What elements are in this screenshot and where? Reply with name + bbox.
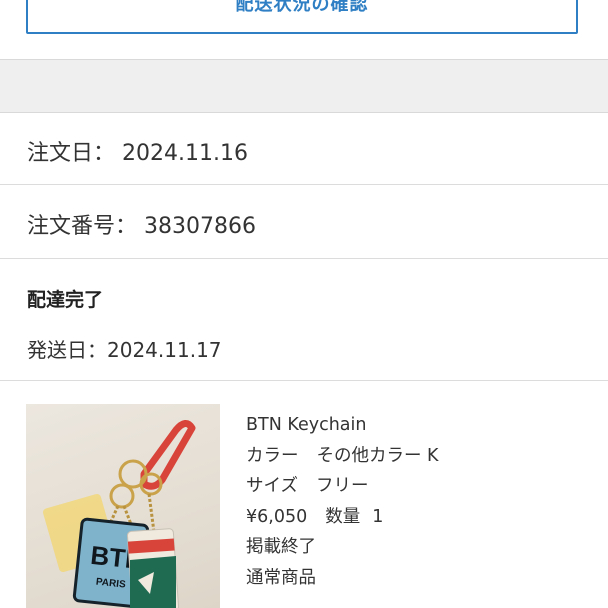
order-number-value: 38307866 [144,214,256,239]
product-price: ¥6,050 [246,506,308,527]
order-date-row: 注文日： 2024.11.16 [0,112,608,185]
delivery-status-title: 配達完了 [27,289,104,311]
order-detail-page: 配送状況の確認 注文日： 2024.11.16 注文番号： 38307866 配… [0,0,608,608]
ship-date: 発送日：2024.11.17 [27,334,222,363]
product-quantity-label: 数量 [325,506,361,527]
order-date-label: 注文日： [27,141,116,166]
order-number-row: 注文番号： 38307866 [0,185,608,259]
product-info: BTN Keychain カラー その他カラー K サイズ フリー ¥6,050 数量… [246,410,439,593]
order-date-text: 注文日： 2024.11.16 [27,135,248,167]
order-date-value: 2024.11.16 [122,141,248,166]
product-size: サイズ フリー [246,471,439,502]
order-number-text: 注文番号： 38307866 [27,208,256,240]
product-name[interactable]: BTN Keychain [246,410,439,441]
ship-date-value: 2024.11.17 [107,338,222,362]
key-ring [109,483,135,509]
product-price-quantity: ¥6,050 数量 1 [246,502,439,533]
product-color: カラー その他カラー K [246,441,439,472]
product-listing-status: 掲載終了 [246,537,316,557]
product-image[interactable]: BTN PARIS [26,404,220,608]
section-separator [0,59,608,113]
product-size-value: フリー [315,476,369,496]
order-number-label: 注文番号： [27,214,138,239]
carabiner [140,420,196,490]
ship-date-label: 発送日： [27,338,107,362]
product-quantity-value: 1 [372,506,384,527]
product-color-label: カラー [246,445,299,466]
product-size-label: サイズ [246,476,298,496]
delivery-status-button[interactable]: 配送状況の確認 [26,0,578,34]
keychain-illustration: BTN PARIS [43,420,196,608]
delivery-status-button-label: 配送状況の確認 [235,0,369,15]
product-color-value: その他カラー K [316,445,439,466]
product-type: 通常商品 [246,567,316,588]
